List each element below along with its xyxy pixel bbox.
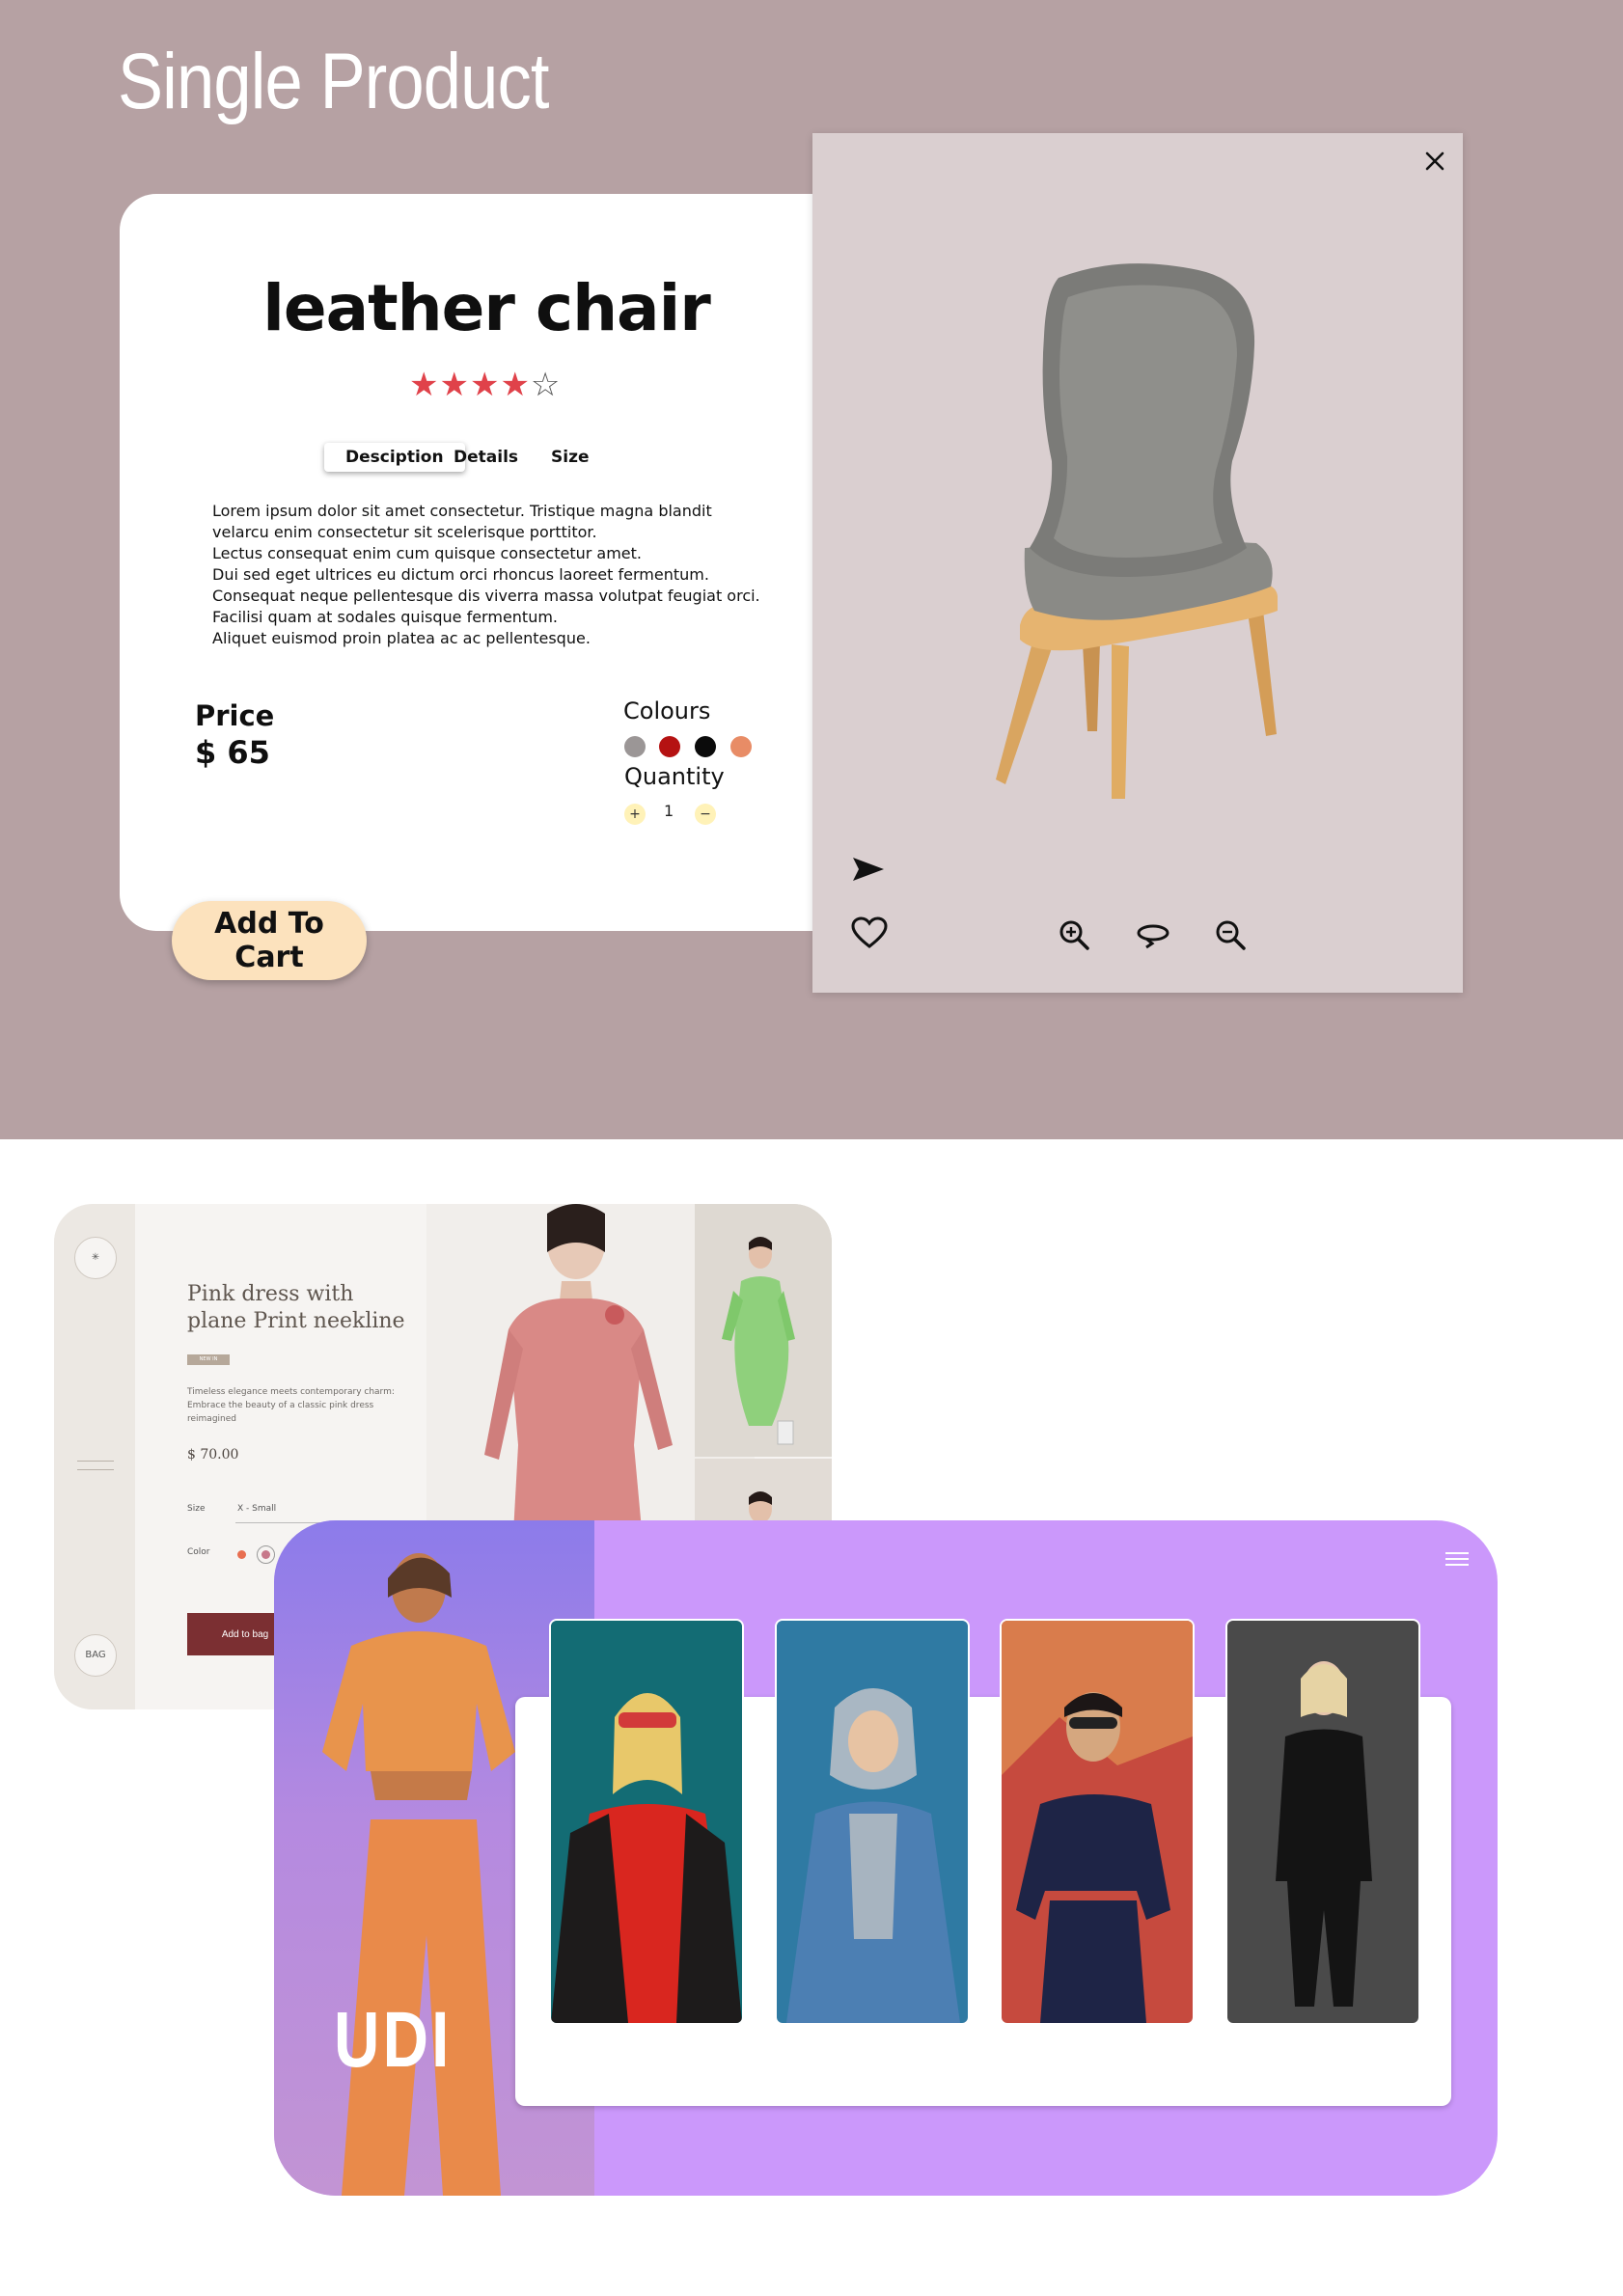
close-icon[interactable]: [1420, 147, 1449, 176]
description-line: Facilisi quam at sodales quisque ferment…: [212, 608, 559, 626]
add-to-cart-button[interactable]: Add To Cart: [172, 901, 367, 980]
product-description: Lorem ipsum dolor sit amet consectetur. …: [212, 501, 782, 649]
colour-swatch-black[interactable]: [695, 736, 716, 757]
star-rating: ★★★★☆: [409, 366, 561, 404]
product-title: leather chair: [262, 271, 711, 345]
quantity-increase-button[interactable]: +: [624, 804, 646, 825]
quantity-label: Quantity: [624, 763, 725, 790]
description-line: Lorem ipsum dolor sit amet consectetur. …: [212, 502, 712, 520]
description-line: Dui sed eget ultrices eu dictum orci rho…: [212, 565, 709, 584]
star-full-icons: ★★★★: [409, 366, 531, 404]
heart-icon[interactable]: [851, 916, 888, 949]
zoom-in-icon[interactable]: [1058, 918, 1090, 951]
rotate-icon[interactable]: [1135, 920, 1171, 949]
tab-details[interactable]: Details: [454, 443, 518, 472]
size-select[interactable]: X - Small: [237, 1504, 276, 1514]
color-label: Color: [187, 1547, 210, 1557]
fashion-description: Timeless elegance meets contemporary cha…: [187, 1387, 395, 1424]
price-label: Price: [195, 699, 275, 732]
description-line: Aliquet euismod proin platea ac ac pelle…: [212, 629, 591, 647]
product-image-panel: [812, 133, 1463, 993]
color-option-orange[interactable]: [237, 1550, 246, 1559]
fashion-product-title: Pink dress with plane Print neekline: [187, 1282, 405, 1333]
udi-logo: UDI: [334, 1996, 453, 2084]
gallery-photo-1[interactable]: [549, 1619, 744, 2025]
gallery-photo-4[interactable]: [1225, 1619, 1420, 2025]
colours-label: Colours: [623, 697, 711, 724]
product-card: leather chair ★★★★☆ Desciption Details S…: [120, 194, 872, 931]
fashion-sidebar: ✳ BAG: [54, 1204, 135, 1709]
star-empty-icon: ☆: [530, 366, 562, 404]
star-logo-icon[interactable]: ✳: [74, 1237, 117, 1279]
colour-swatch-grey[interactable]: [624, 736, 646, 757]
zoom-out-icon[interactable]: [1214, 918, 1247, 951]
fashion-price: $ 70.00: [187, 1447, 239, 1462]
tab-description[interactable]: Desciption: [324, 443, 465, 472]
udi-gallery-card: UDI: [274, 1520, 1498, 2196]
size-label: Size: [187, 1504, 206, 1514]
color-option-pink: [261, 1550, 270, 1559]
bag-button[interactable]: BAG: [74, 1634, 117, 1677]
description-line: velarcu enim consectetur sit scelerisque…: [212, 523, 597, 541]
fashion-tag: NEW IN: [187, 1354, 230, 1365]
description-line: Lectus consequat enim cum quisque consec…: [212, 544, 642, 562]
menu-icon[interactable]: [77, 1461, 114, 1470]
hamburger-menu-icon[interactable]: [1445, 1551, 1469, 1567]
page-title: Single Product: [118, 38, 549, 125]
tab-size[interactable]: Size: [551, 443, 590, 472]
send-icon[interactable]: [851, 855, 886, 884]
color-option-selected[interactable]: [257, 1545, 275, 1564]
price-value: $ 65: [195, 734, 270, 771]
green-dress-thumbnail[interactable]: [695, 1204, 832, 1457]
gallery-photo-2[interactable]: [775, 1619, 970, 2025]
gallery-photo-3[interactable]: [1000, 1619, 1195, 2025]
colour-swatch-orange[interactable]: [730, 736, 752, 757]
quantity-decrease-button[interactable]: −: [695, 804, 716, 825]
chair-image: [996, 263, 1278, 799]
quantity-value: 1: [664, 802, 674, 820]
description-line: Consequat neque pellentesque dis viverra…: [212, 587, 760, 605]
colour-swatch-red[interactable]: [659, 736, 680, 757]
